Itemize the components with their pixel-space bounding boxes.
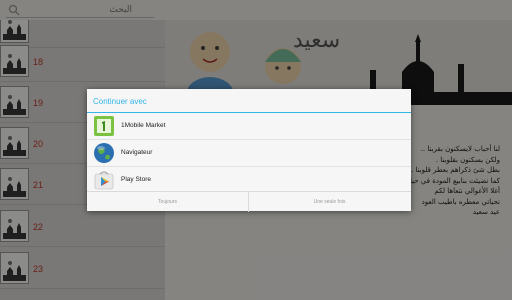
app-chooser-dialog: Continuer avec 1Mobile Market Navigateur… [87, 89, 411, 212]
just-once-button[interactable]: Une seule fois [249, 192, 410, 212]
dialog-button-bar: Toujours Une seule fois [87, 191, 411, 212]
app-option-navigateur[interactable]: Navigateur [87, 140, 411, 167]
app-label: 1Mobile Market [121, 122, 166, 129]
play-store-icon [94, 171, 114, 190]
app-option-play-store[interactable]: Play Store [87, 167, 411, 193]
app-label: Navigateur [121, 149, 153, 156]
dialog-title: Continuer avec [93, 97, 147, 106]
globe-icon [94, 143, 114, 163]
1mobile-market-icon [94, 116, 114, 136]
always-button[interactable]: Toujours [87, 192, 249, 212]
app-option-1mobile-market[interactable]: 1Mobile Market [87, 113, 411, 140]
app-label: Play Store [121, 176, 151, 183]
